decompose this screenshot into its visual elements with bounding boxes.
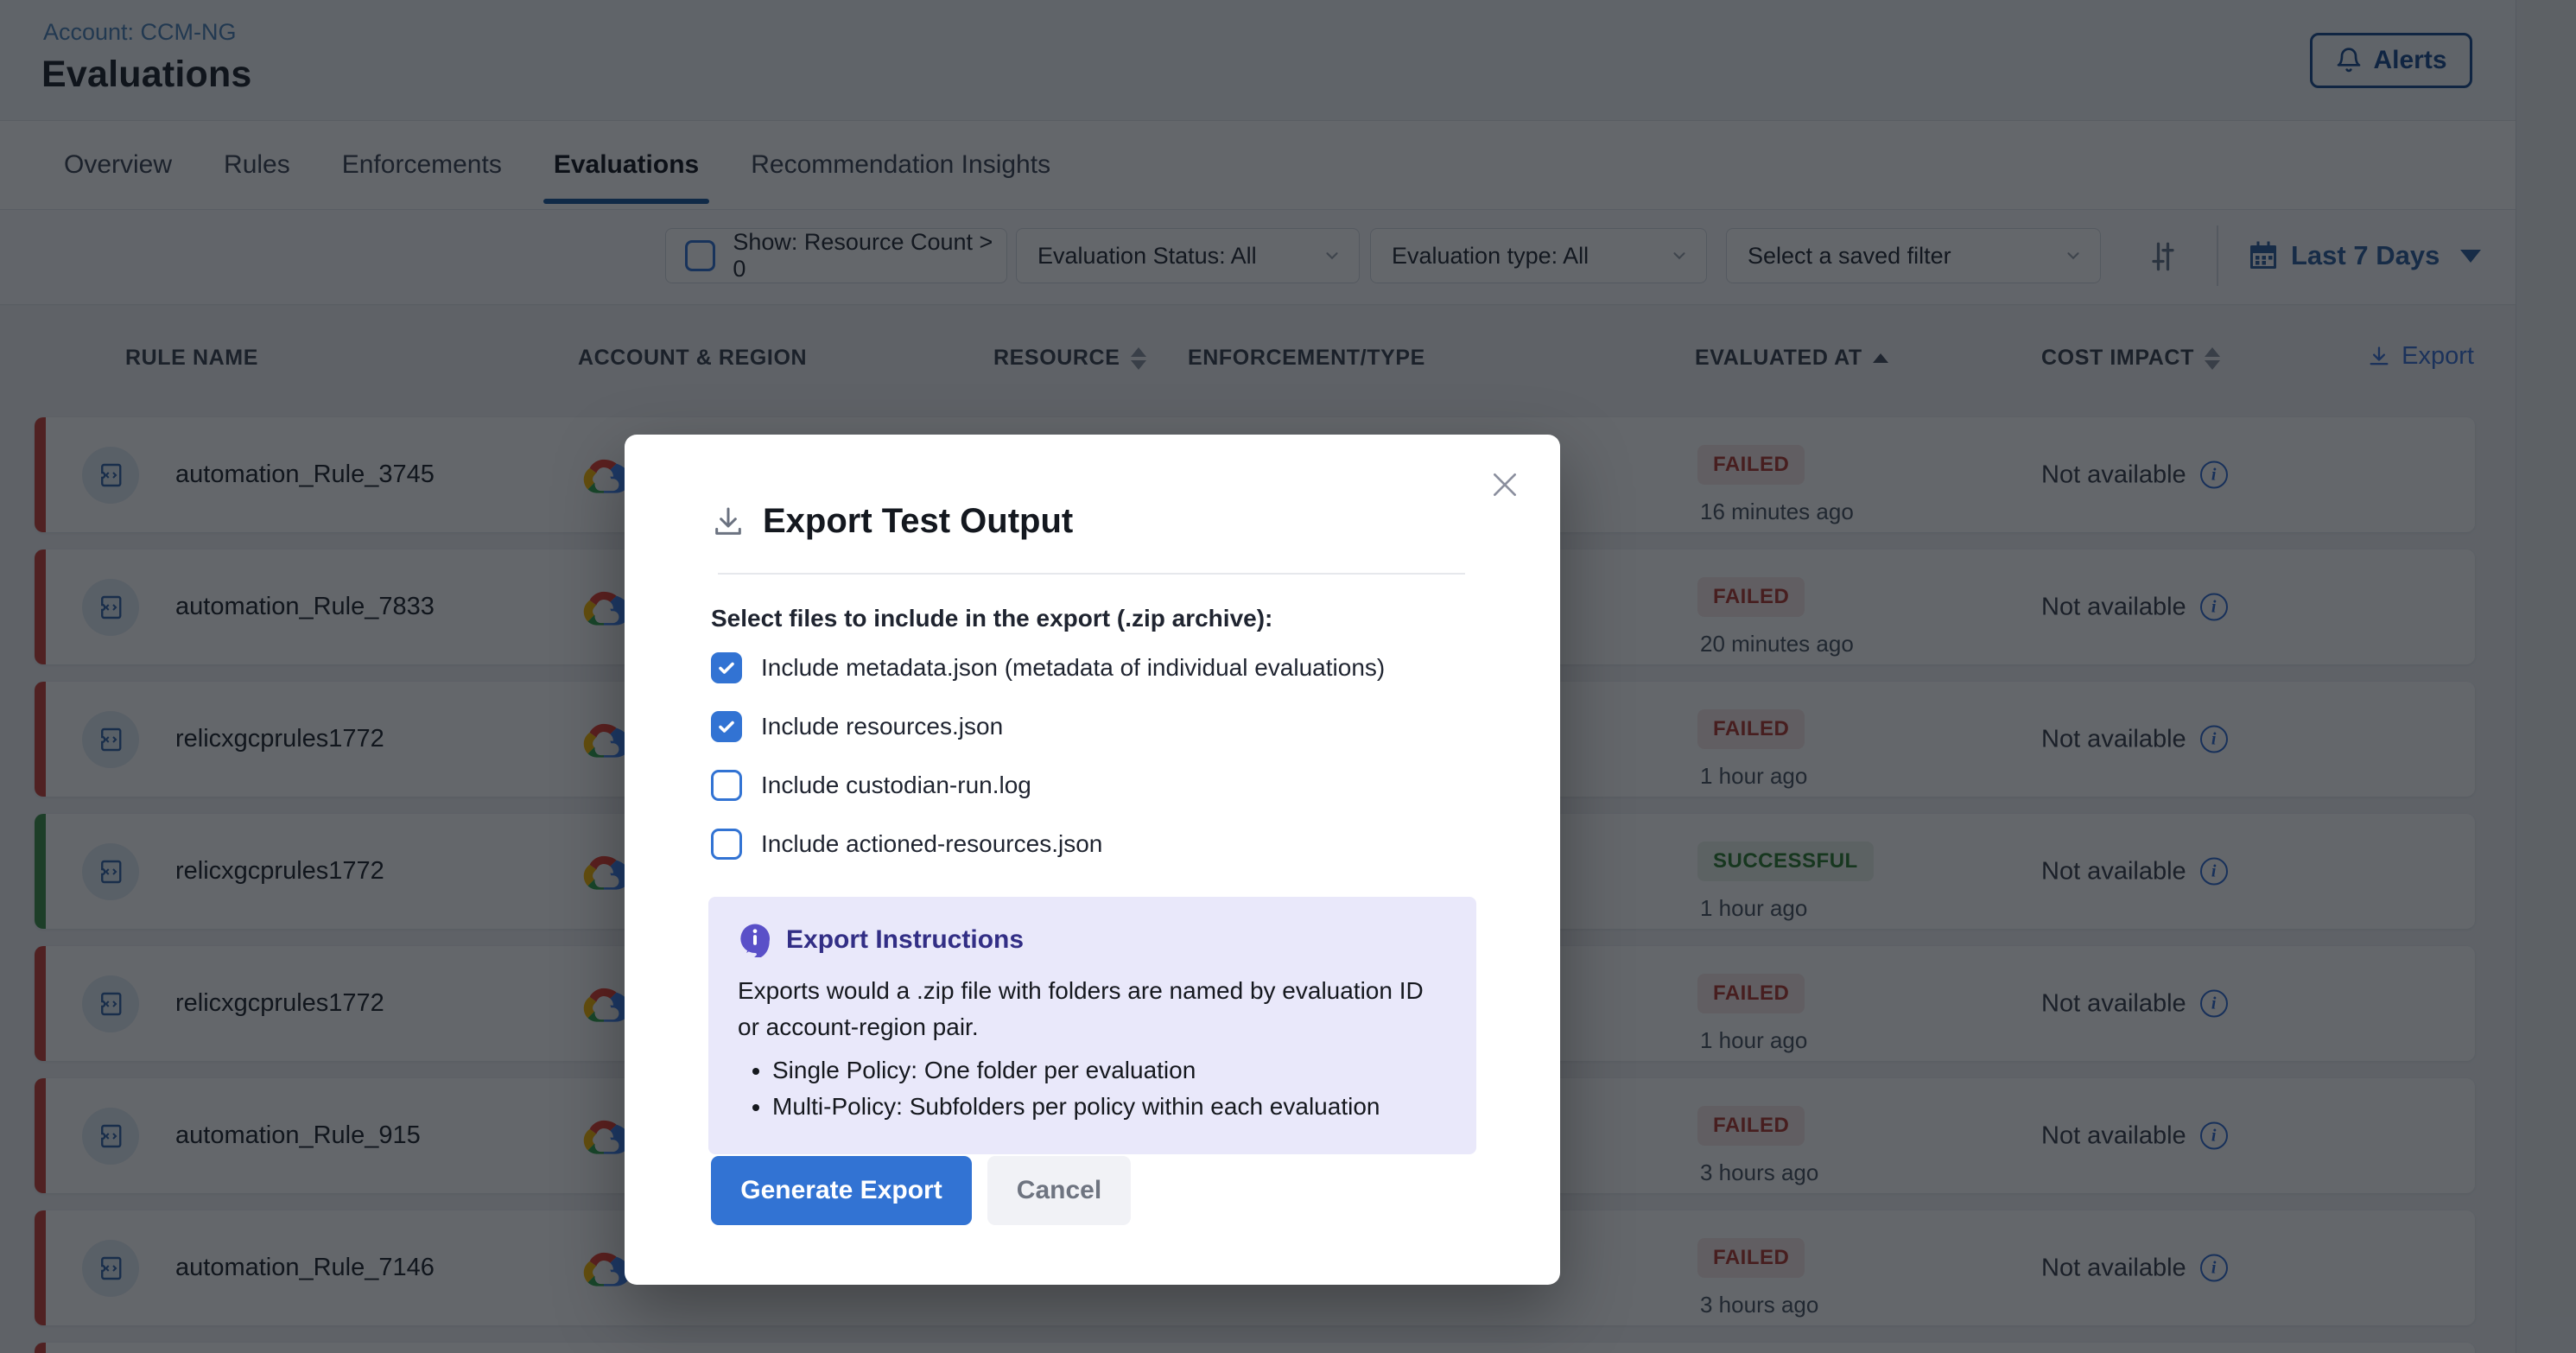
export-option-row[interactable]: Include metadata.json (metadata of indiv… bbox=[711, 651, 1471, 685]
export-option-label: Include custodian-run.log bbox=[761, 772, 1031, 799]
modal-title: Export Test Output bbox=[763, 502, 1073, 541]
checkbox[interactable] bbox=[711, 770, 742, 801]
export-instructions-box: Export Instructions Exports would a .zip… bbox=[708, 897, 1476, 1154]
modal-actions: Generate Export Cancel bbox=[711, 1156, 1131, 1225]
instruction-bullet: Multi-Policy: Subfolders per policy with… bbox=[772, 1089, 1447, 1125]
export-option-label: Include resources.json bbox=[761, 713, 1003, 740]
export-test-output-modal: Export Test Output Select files to inclu… bbox=[625, 435, 1560, 1285]
instruction-bullet: Single Policy: One folder per evaluation bbox=[772, 1052, 1447, 1089]
modal-intro: Select files to include in the export (.… bbox=[711, 605, 1272, 632]
checkbox[interactable] bbox=[711, 652, 742, 683]
export-option-label: Include actioned-resources.json bbox=[761, 830, 1102, 858]
export-file-options: Include metadata.json (metadata of indiv… bbox=[711, 651, 1471, 886]
export-instructions-bullets: Single Policy: One folder per evaluation… bbox=[738, 1052, 1447, 1125]
checkbox[interactable] bbox=[711, 711, 742, 742]
checkbox[interactable] bbox=[711, 829, 742, 860]
export-option-row[interactable]: Include custodian-run.log bbox=[711, 768, 1471, 803]
info-bubble-icon bbox=[738, 923, 772, 957]
check-icon bbox=[716, 716, 737, 737]
cancel-button[interactable]: Cancel bbox=[987, 1156, 1131, 1225]
check-icon bbox=[716, 657, 737, 678]
export-instructions-body: Exports would a .zip file with folders a… bbox=[738, 973, 1447, 1045]
export-option-row[interactable]: Include actioned-resources.json bbox=[711, 827, 1471, 861]
export-option-row[interactable]: Include resources.json bbox=[711, 709, 1471, 744]
generate-export-button[interactable]: Generate Export bbox=[711, 1156, 972, 1225]
export-instructions-title: Export Instructions bbox=[786, 925, 1024, 955]
close-icon[interactable] bbox=[1488, 467, 1522, 502]
modal-title-row: Export Test Output bbox=[711, 502, 1073, 541]
export-option-label: Include metadata.json (metadata of indiv… bbox=[761, 654, 1385, 682]
download-icon bbox=[711, 505, 746, 539]
export-instructions-header: Export Instructions bbox=[738, 923, 1447, 957]
modal-divider bbox=[718, 573, 1465, 575]
